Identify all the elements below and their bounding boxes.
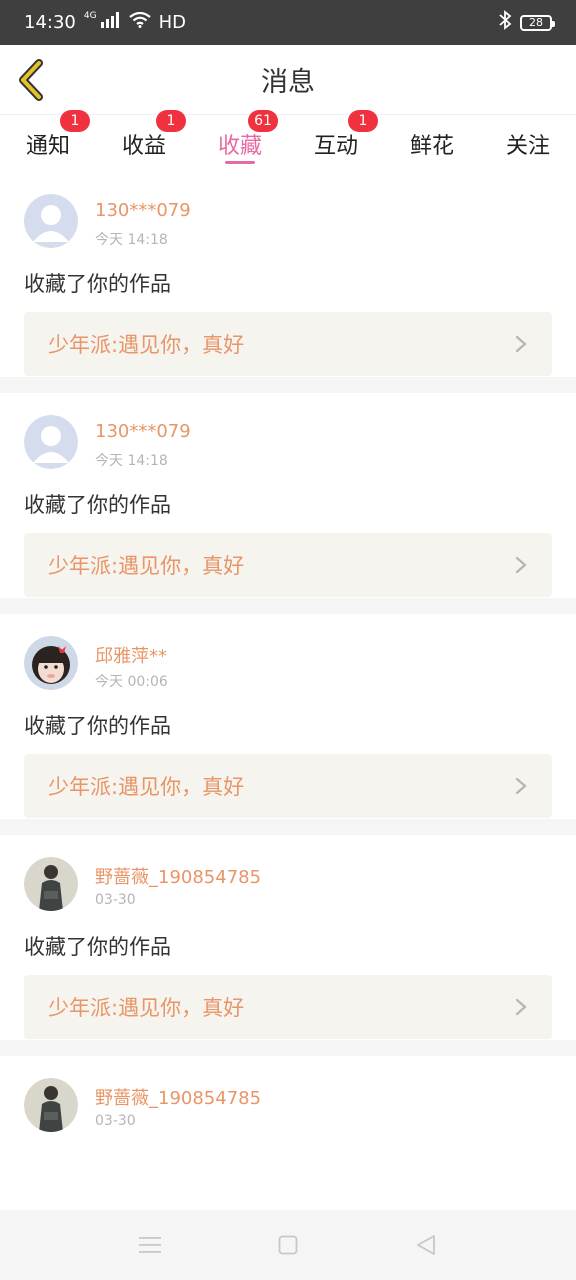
- tab-interaction[interactable]: 互动 1: [288, 110, 384, 172]
- tab-bar: 通知 1 收益 1 收藏 61 互动 1 鲜花 关注: [0, 110, 576, 172]
- list-item: 130***079 今天 14:18 收藏了你的作品 少年派:遇见你，真好: [0, 172, 576, 393]
- hd-label: HD: [158, 12, 186, 33]
- person-photo-avatar-icon[interactable]: [24, 857, 78, 911]
- menu-icon: [139, 1237, 161, 1253]
- tab-earnings[interactable]: 收益 1: [96, 110, 192, 172]
- default-avatar-icon[interactable]: [24, 194, 78, 248]
- action-text: 收藏了你的作品: [24, 714, 171, 738]
- action-text: 收藏了你的作品: [24, 493, 171, 517]
- tab-label: 通知: [25, 134, 70, 159]
- menu-button[interactable]: [136, 1231, 164, 1259]
- tab-label: 互动: [313, 134, 358, 159]
- app-root: 14:30 4G HD 28 消息 通知 1 收益 1 收藏 61 互动 1 鲜…: [0, 0, 576, 1280]
- signal-icon: [100, 12, 121, 33]
- back-button[interactable]: [10, 55, 54, 105]
- tab-badge: 61: [248, 110, 278, 132]
- timestamp: 今天 00:06: [95, 674, 168, 690]
- status-left: 14:30 4G HD: [24, 11, 186, 34]
- network-type: 4G: [83, 11, 97, 21]
- back-triangle-icon: [417, 1235, 435, 1255]
- tab-label: 收益: [121, 134, 166, 159]
- timestamp: 今天 14:18: [95, 232, 168, 248]
- chevron-right-icon: [515, 556, 527, 574]
- tab-badge: 1: [60, 110, 90, 132]
- work-title: 少年派:遇见你，真好: [48, 333, 245, 357]
- work-title: 少年派:遇见你，真好: [48, 554, 245, 578]
- action-text: 收藏了你的作品: [24, 272, 171, 296]
- child-photo-avatar-icon[interactable]: [24, 636, 78, 690]
- action-text: 收藏了你的作品: [24, 935, 171, 959]
- tab-badge: 1: [348, 110, 378, 132]
- tab-label: 关注: [505, 134, 550, 159]
- work-title: 少年派:遇见你，真好: [48, 996, 245, 1020]
- username[interactable]: 130***079: [95, 200, 191, 221]
- tab-badge: 1: [156, 110, 186, 132]
- tab-label: 鲜花: [409, 134, 454, 159]
- tab-notice[interactable]: 通知 1: [0, 110, 96, 172]
- tab-favorites[interactable]: 收藏 61: [192, 110, 288, 172]
- chevron-right-icon: [515, 998, 527, 1016]
- chevron-right-icon: [515, 777, 527, 795]
- tab-flowers[interactable]: 鲜花: [384, 116, 480, 172]
- timestamp: 今天 14:18: [95, 453, 168, 469]
- back-arrow-icon: [19, 59, 43, 101]
- username[interactable]: 野蔷薇_190854785: [95, 1084, 261, 1110]
- chevron-right-icon: [515, 335, 527, 353]
- timestamp: 03-30: [95, 892, 136, 908]
- list-item: 野蔷薇_190854785 03-30 收藏了你的作品 少年派:遇见你，真好: [0, 835, 576, 1056]
- battery-icon: 28: [520, 14, 555, 31]
- work-link[interactable]: 少年派:遇见你，真好: [24, 533, 552, 597]
- person-photo-avatar-icon[interactable]: [24, 1078, 78, 1132]
- username[interactable]: 邱雅萍**: [95, 642, 167, 668]
- bluetooth-icon: [498, 10, 512, 35]
- status-right: 28: [498, 10, 555, 35]
- username[interactable]: 野蔷薇_190854785: [95, 863, 261, 889]
- battery-level: 28: [529, 16, 543, 29]
- status-time: 14:30: [24, 12, 76, 33]
- default-avatar-icon[interactable]: [24, 415, 78, 469]
- active-tab-indicator: [225, 161, 255, 164]
- work-title: 少年派:遇见你，真好: [48, 775, 245, 799]
- system-nav-bar: [0, 1210, 576, 1280]
- work-link[interactable]: 少年派:遇见你，真好: [24, 312, 552, 376]
- username[interactable]: 130***079: [95, 421, 191, 442]
- home-square-icon: [278, 1235, 298, 1255]
- tab-follow[interactable]: 关注: [480, 116, 576, 172]
- home-button[interactable]: [274, 1231, 302, 1259]
- work-link[interactable]: 少年派:遇见你，真好: [24, 754, 552, 818]
- message-list: 130***079 今天 14:18 收藏了你的作品 少年派:遇见你，真好 13…: [0, 172, 576, 1277]
- status-bar: 14:30 4G HD 28: [0, 0, 576, 45]
- wifi-icon: [128, 11, 151, 33]
- header-bar: 消息: [0, 45, 576, 115]
- tab-label: 收藏: [217, 134, 262, 159]
- list-item: 邱雅萍** 今天 00:06 收藏了你的作品 少年派:遇见你，真好: [0, 614, 576, 835]
- list-item: 130***079 今天 14:18 收藏了你的作品 少年派:遇见你，真好: [0, 393, 576, 614]
- back-nav-button[interactable]: [412, 1231, 440, 1259]
- timestamp: 03-30: [95, 1113, 136, 1129]
- work-link[interactable]: 少年派:遇见你，真好: [24, 975, 552, 1039]
- page-title: 消息: [261, 67, 315, 98]
